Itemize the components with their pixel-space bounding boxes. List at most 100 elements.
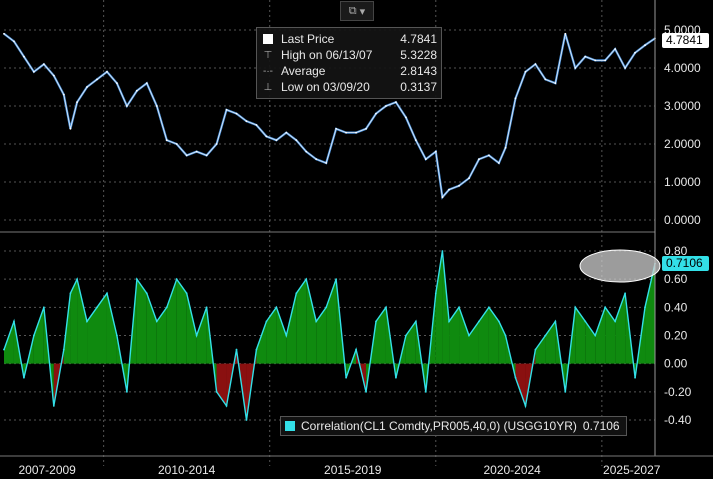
price-point bbox=[205, 154, 208, 157]
lower-y-tick-label: 0.00 bbox=[664, 357, 688, 371]
price-point bbox=[175, 143, 178, 145]
x-tick-label: 2015-2019 bbox=[324, 463, 382, 477]
price-point bbox=[395, 101, 397, 104]
correlation-area-segment bbox=[595, 307, 606, 364]
x-tick-label: 2025-2027 bbox=[603, 463, 661, 477]
correlation-area-segment bbox=[488, 307, 499, 364]
legend-value: 0.3137 bbox=[400, 80, 437, 94]
correlation-point bbox=[305, 278, 308, 281]
lower-y-tick-label: -0.20 bbox=[664, 385, 692, 399]
correlation-point bbox=[145, 292, 148, 295]
price-point bbox=[3, 32, 5, 35]
price-point bbox=[255, 124, 258, 126]
price-point bbox=[441, 196, 444, 199]
legend-row-low: ⊥ Low on 03/09/20 0.3137 bbox=[261, 79, 437, 95]
correlation-area-segment bbox=[615, 293, 626, 364]
correlation-point bbox=[395, 376, 397, 379]
price-point bbox=[96, 78, 98, 81]
price-point bbox=[86, 86, 88, 88]
correlation-label: Correlation(CL1 Comdty,PR005,40,0) (USGG… bbox=[301, 419, 577, 433]
correlation-point bbox=[175, 278, 178, 281]
correlation-area-segment bbox=[449, 307, 460, 364]
price-point bbox=[514, 97, 517, 100]
correlation-point bbox=[534, 348, 537, 351]
correlation-point bbox=[205, 306, 208, 309]
price-point bbox=[564, 32, 567, 35]
price-point bbox=[116, 82, 118, 85]
price-point bbox=[448, 188, 450, 191]
correlation-point bbox=[345, 376, 348, 379]
price-point bbox=[554, 82, 557, 85]
correlation-point bbox=[514, 376, 517, 379]
price-point bbox=[414, 139, 417, 142]
correlation-area-segment bbox=[266, 307, 277, 364]
correlation-point bbox=[554, 320, 557, 323]
last-correlation-tag: 0.7106 bbox=[662, 256, 709, 271]
correlation-point bbox=[634, 376, 636, 379]
chart-type-button[interactable]: ⧉ ▾ bbox=[340, 1, 374, 21]
correlation-point bbox=[295, 292, 298, 295]
price-point bbox=[42, 63, 45, 66]
correlation-point bbox=[116, 334, 118, 337]
legend-row-high: ⊤ High on 06/13/07 5.3228 bbox=[261, 47, 437, 63]
price-point bbox=[245, 120, 248, 123]
highlight-ellipse bbox=[579, 249, 661, 283]
price-point bbox=[52, 74, 55, 77]
correlation-point bbox=[32, 334, 35, 337]
correlation-point bbox=[365, 390, 367, 393]
correlation-point bbox=[424, 390, 427, 393]
price-point bbox=[534, 63, 537, 66]
price-point bbox=[375, 112, 377, 115]
price-point bbox=[195, 150, 198, 153]
price-point bbox=[125, 105, 128, 107]
correlation-point bbox=[225, 405, 228, 407]
correlation-point bbox=[497, 320, 500, 323]
price-point bbox=[365, 127, 367, 130]
price-point bbox=[478, 158, 480, 161]
correlation-swatch bbox=[285, 421, 295, 431]
correlation-point bbox=[404, 334, 407, 337]
lower-y-tick-label: -0.40 bbox=[664, 413, 692, 427]
correlation-point bbox=[375, 320, 377, 323]
correlation-point bbox=[275, 306, 278, 309]
price-point bbox=[544, 78, 547, 81]
correlation-point bbox=[3, 348, 5, 351]
price-point bbox=[165, 139, 168, 142]
correlation-point bbox=[125, 390, 128, 393]
price-point bbox=[185, 154, 188, 157]
lower-y-tick-label: 0.40 bbox=[664, 300, 688, 314]
correlation-point bbox=[504, 334, 507, 337]
correlation-area-segment bbox=[97, 293, 107, 364]
high-marker-icon: ⊤ bbox=[263, 49, 273, 61]
lower-y-tick-label: 0.20 bbox=[664, 329, 688, 343]
price-point bbox=[434, 150, 437, 153]
correlation-point bbox=[13, 320, 15, 323]
correlation-point bbox=[69, 292, 72, 295]
correlation-area-segment bbox=[87, 307, 97, 364]
correlation-area-segment bbox=[316, 307, 327, 364]
price-point bbox=[497, 162, 500, 164]
correlation-point bbox=[414, 320, 417, 323]
price-point bbox=[488, 154, 490, 157]
correlation-point bbox=[325, 306, 328, 309]
correlation-point bbox=[245, 419, 248, 421]
last-price-tag: 4.7841 bbox=[662, 33, 709, 48]
correlation-point bbox=[574, 306, 577, 309]
correlation-point bbox=[584, 320, 587, 323]
price-point bbox=[458, 184, 460, 187]
legend-label: Average bbox=[281, 64, 326, 78]
correlation-area-segment bbox=[196, 307, 207, 364]
price-point bbox=[315, 158, 318, 161]
legend-label: High on 06/13/07 bbox=[281, 48, 373, 62]
price-point bbox=[62, 93, 65, 96]
correlation-area-segment bbox=[146, 293, 157, 364]
price-point bbox=[355, 131, 357, 134]
correlation-point bbox=[478, 320, 480, 323]
price-legend: Last Price 4.7841 ⊤ High on 06/13/07 5.3… bbox=[256, 27, 442, 99]
price-point bbox=[135, 89, 138, 92]
upper-y-tick-label: 2.0000 bbox=[664, 137, 701, 151]
price-point bbox=[604, 59, 607, 62]
correlation-legend: Correlation(CL1 Comdty,PR005,40,0) (USGG… bbox=[280, 416, 627, 436]
correlation-point bbox=[106, 292, 108, 295]
price-point bbox=[23, 55, 25, 58]
